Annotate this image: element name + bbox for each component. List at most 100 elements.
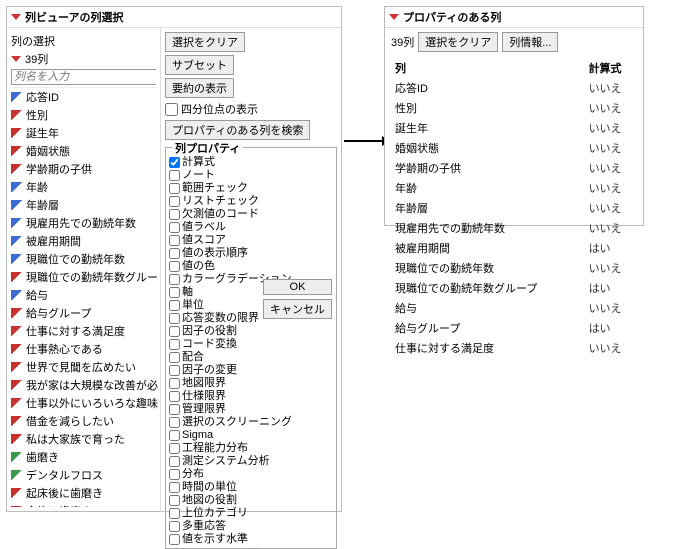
- property-checkbox[interactable]: [169, 443, 180, 454]
- quartiles-checkbox-row[interactable]: 四分位点の表示: [165, 101, 337, 117]
- property-row[interactable]: 管理限界: [168, 403, 334, 416]
- column-list-item[interactable]: 仕事以外にいろいろな趣味がある: [9, 394, 158, 412]
- property-row[interactable]: 分布: [168, 468, 334, 481]
- disclosure-icon[interactable]: [389, 14, 399, 20]
- table-row[interactable]: 婚姻状態いいえ: [393, 139, 635, 157]
- ok-button[interactable]: OK: [263, 279, 332, 295]
- property-checkbox[interactable]: [169, 352, 180, 363]
- property-checkbox[interactable]: [169, 235, 180, 246]
- property-checkbox[interactable]: [169, 183, 180, 194]
- property-row[interactable]: 上位カテゴリ: [168, 507, 334, 520]
- subset-button[interactable]: サブセット: [165, 55, 234, 75]
- property-checkbox[interactable]: [169, 430, 180, 441]
- clear-selection-button[interactable]: 選択をクリア: [165, 32, 245, 52]
- find-columns-with-property-button[interactable]: プロパティのある列を検索: [165, 120, 310, 140]
- column-list-item[interactable]: 被雇用期間: [9, 232, 158, 250]
- property-row[interactable]: Sigma: [168, 429, 334, 442]
- th-formula[interactable]: 計算式: [587, 59, 635, 77]
- property-checkbox[interactable]: [169, 469, 180, 480]
- table-row[interactable]: 現雇用先での勤続年数いいえ: [393, 219, 635, 237]
- property-row[interactable]: 因子の変更: [168, 364, 334, 377]
- property-checkbox[interactable]: [169, 222, 180, 233]
- property-checkbox[interactable]: [169, 170, 180, 181]
- table-row[interactable]: 被雇用期間はい: [393, 239, 635, 257]
- column-list-item[interactable]: 借金を減らしたい: [9, 412, 158, 430]
- property-checkbox[interactable]: [169, 313, 180, 324]
- property-list[interactable]: 計算式ノート範囲チェックリストチェック欠測値のコード値ラベル値スコア値の表示順序…: [168, 156, 334, 546]
- property-checkbox[interactable]: [169, 456, 180, 467]
- column-list-item[interactable]: 婚姻状態: [9, 142, 158, 160]
- property-row[interactable]: 地図限界: [168, 377, 334, 390]
- property-checkbox[interactable]: [169, 209, 180, 220]
- property-checkbox[interactable]: [169, 391, 180, 402]
- property-checkbox[interactable]: [169, 261, 180, 272]
- column-search[interactable]: 🔍: [11, 69, 156, 85]
- table-row[interactable]: 年齢いいえ: [393, 179, 635, 197]
- column-list-item[interactable]: 性別: [9, 106, 158, 124]
- column-list-item[interactable]: 給与グループ: [9, 304, 158, 322]
- column-list-item[interactable]: 食後に歯磨き: [9, 502, 158, 507]
- table-row[interactable]: 現職位での勤続年数グループはい: [393, 279, 635, 297]
- property-row[interactable]: 測定システム分析: [168, 455, 334, 468]
- column-list-item[interactable]: 現雇用先での勤続年数: [9, 214, 158, 232]
- disclosure-icon[interactable]: [11, 14, 21, 20]
- property-checkbox[interactable]: [169, 378, 180, 389]
- property-row[interactable]: 選択のスクリーニング: [168, 416, 334, 429]
- column-list-item[interactable]: 仕事に対する満足度: [9, 322, 158, 340]
- cancel-button[interactable]: キャンセル: [263, 299, 332, 319]
- property-row[interactable]: 値ラベル: [168, 221, 334, 234]
- column-list-item[interactable]: 世界で見聞を広めたい: [9, 358, 158, 376]
- property-row[interactable]: 時間の単位: [168, 481, 334, 494]
- property-row[interactable]: 仕様限界: [168, 390, 334, 403]
- disclosure-icon[interactable]: [11, 56, 21, 62]
- property-row[interactable]: 地図の役割: [168, 494, 334, 507]
- property-checkbox[interactable]: [169, 157, 180, 168]
- property-checkbox[interactable]: [169, 300, 180, 311]
- property-row[interactable]: 因子の役割: [168, 325, 334, 338]
- property-row[interactable]: 範囲チェック: [168, 182, 334, 195]
- property-checkbox[interactable]: [169, 196, 180, 207]
- table-row[interactable]: 給与グループはい: [393, 319, 635, 337]
- column-search-input[interactable]: [12, 70, 159, 84]
- column-list-item[interactable]: 学齢期の子供: [9, 160, 158, 178]
- panel2-clear-button[interactable]: 選択をクリア: [418, 32, 498, 52]
- table-row[interactable]: 応答IDいいえ: [393, 79, 635, 97]
- column-list-item[interactable]: 私は大家族で育った: [9, 430, 158, 448]
- table-row[interactable]: 誕生年いいえ: [393, 119, 635, 137]
- property-row[interactable]: 欠測値のコード: [168, 208, 334, 221]
- table-row[interactable]: 学齢期の子供いいえ: [393, 159, 635, 177]
- column-list-item[interactable]: デンタルフロス: [9, 466, 158, 484]
- property-checkbox[interactable]: [169, 534, 180, 545]
- property-row[interactable]: 配合: [168, 351, 334, 364]
- property-checkbox[interactable]: [169, 508, 180, 519]
- property-checkbox[interactable]: [169, 404, 180, 415]
- property-checkbox[interactable]: [169, 482, 180, 493]
- column-list-item[interactable]: 年齢: [9, 178, 158, 196]
- table-row[interactable]: 現職位での勤続年数いいえ: [393, 259, 635, 277]
- column-info-button[interactable]: 列情報...: [502, 32, 558, 52]
- column-list-item[interactable]: 仕事熱心である: [9, 340, 158, 358]
- property-checkbox[interactable]: [169, 287, 180, 298]
- property-row[interactable]: コード変換: [168, 338, 334, 351]
- property-row[interactable]: 値スコア: [168, 234, 334, 247]
- property-row[interactable]: 値の表示順序: [168, 247, 334, 260]
- property-checkbox[interactable]: [169, 274, 180, 285]
- property-row[interactable]: ノート: [168, 169, 334, 182]
- th-column[interactable]: 列: [393, 59, 585, 77]
- property-row[interactable]: 値の色: [168, 260, 334, 273]
- table-row[interactable]: 仕事に対する満足度いいえ: [393, 339, 635, 357]
- column-list-item[interactable]: 歯磨き: [9, 448, 158, 466]
- column-list-item[interactable]: 現職位での勤続年数グループ: [9, 268, 158, 286]
- table-row[interactable]: 年齢層いいえ: [393, 199, 635, 217]
- property-checkbox[interactable]: [169, 521, 180, 532]
- table-row[interactable]: 給与いいえ: [393, 299, 635, 317]
- column-list-item[interactable]: 誕生年: [9, 124, 158, 142]
- column-list-item[interactable]: 応答ID: [9, 88, 158, 106]
- column-list[interactable]: 応答ID性別誕生年婚姻状態学齢期の子供年齢年齢層現雇用先での勤続年数被雇用期間現…: [9, 87, 158, 507]
- property-row[interactable]: 工程能力分布: [168, 442, 334, 455]
- property-checkbox[interactable]: [169, 365, 180, 376]
- column-list-item[interactable]: 起床後に歯磨き: [9, 484, 158, 502]
- property-checkbox[interactable]: [169, 326, 180, 337]
- property-row[interactable]: 値を示す水準: [168, 533, 334, 546]
- column-list-item[interactable]: 現職位での勤続年数: [9, 250, 158, 268]
